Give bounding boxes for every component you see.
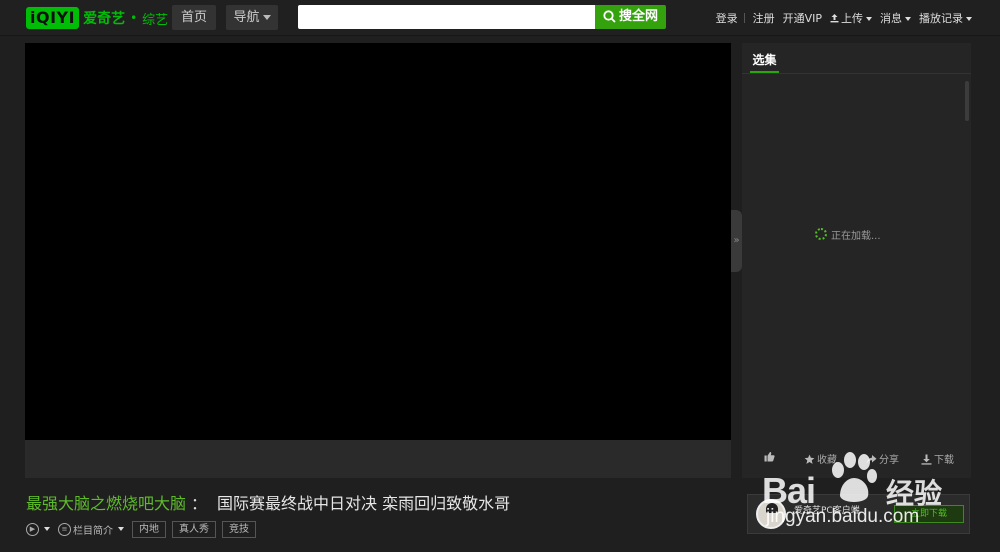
loading-indicator: 正在加载... — [815, 227, 881, 242]
tab-episodes[interactable]: 选集 — [750, 51, 779, 73]
chevron-down-icon — [966, 17, 972, 21]
sidebar-actions: 收藏 分享 下载 — [742, 451, 971, 467]
chevron-down-icon — [262, 15, 271, 20]
messages-dropdown[interactable]: 消息 — [880, 10, 911, 26]
chevron-down-icon — [44, 527, 50, 531]
player-bottom-bar — [25, 440, 731, 478]
video-title-row: 最强大脑之燃烧吧大脑 ： 国际赛最终战中日对决 栾雨回归致敬水哥 — [26, 490, 511, 514]
chevron-down-icon — [118, 527, 124, 531]
top-header: iQIYI 爱奇艺 • 综艺 首页 导航 搜全网 登录 注册 开通VIP 上传 … — [0, 0, 1000, 36]
sidebar-scrollbar[interactable] — [965, 81, 969, 121]
promo-avatar — [756, 499, 786, 529]
play-options-dropdown[interactable]: ▶ — [26, 522, 50, 536]
download-icon — [921, 454, 932, 465]
iqiyi-logo[interactable]: iQIYI 爱奇艺 • 综艺 — [26, 7, 168, 29]
download-button[interactable]: 下载 — [921, 451, 954, 466]
nav-guide-label: 导航 — [233, 10, 260, 25]
nav-guide-dropdown[interactable]: 导航 — [226, 5, 278, 30]
intro-label: 栏目简介 — [73, 525, 113, 537]
messages-label: 消息 — [880, 12, 902, 25]
promo-download-button[interactable]: 立即下载 — [894, 505, 964, 523]
favorite-label: 收藏 — [817, 455, 837, 466]
promo-title: 爱奇艺PC客户端 — [794, 506, 860, 516]
loading-text: 正在加载... — [831, 230, 881, 242]
share-label: 分享 — [879, 455, 899, 466]
video-meta-row: ▶ ≡ 栏目简介 内地 真人秀 竞技 — [26, 520, 262, 538]
play-circle-icon: ▶ — [26, 522, 39, 536]
nav-home-button[interactable]: 首页 — [172, 5, 216, 30]
episode-title: 国际赛最终战中日对决 栾雨回归致敬水哥 — [217, 494, 511, 513]
register-link[interactable]: 注册 — [753, 10, 775, 26]
upload-dropdown[interactable]: 上传 — [830, 10, 872, 26]
favorite-button[interactable]: 收藏 — [804, 451, 837, 466]
chevron-down-icon — [866, 17, 872, 21]
tag-genre[interactable]: 真人秀 — [172, 520, 216, 538]
open-vip-link[interactable]: 开通VIP — [783, 10, 822, 26]
divider — [743, 13, 745, 23]
history-label: 播放记录 — [919, 12, 963, 25]
tag-category[interactable]: 竞技 — [222, 520, 256, 538]
search-button[interactable]: 搜全网 — [595, 5, 666, 29]
channel-link-variety[interactable]: 综艺 — [142, 9, 168, 28]
episode-sidebar: 选集 正在加载... 收藏 分享 下载 — [742, 43, 971, 478]
upload-label: 上传 — [841, 12, 863, 25]
info-circle-icon: ≡ — [58, 522, 71, 536]
tab-divider — [742, 73, 971, 74]
search-icon — [603, 10, 616, 23]
pc-client-promo: 爱奇艺PC客户端 立即下载 — [747, 494, 970, 534]
collapse-sidebar-handle[interactable]: » — [731, 210, 742, 272]
nav-home-label: 首页 — [180, 10, 207, 25]
search-button-label: 搜全网 — [618, 9, 658, 24]
intro-dropdown[interactable]: ≡ 栏目简介 — [58, 522, 124, 537]
logo-text: 爱奇艺 — [83, 11, 126, 27]
search-input[interactable] — [298, 5, 595, 29]
promo-download-label: 立即下载 — [910, 509, 947, 519]
upload-icon — [830, 14, 839, 23]
login-link[interactable]: 登录 — [716, 10, 738, 26]
thumbs-up-icon — [764, 451, 775, 462]
double-chevron-right-icon: » — [733, 235, 740, 246]
title-colon: ： — [191, 494, 208, 513]
share-icon — [866, 455, 877, 464]
logo-badge: iQIYI — [26, 7, 80, 29]
download-label: 下载 — [934, 455, 954, 466]
page: iQIYI 爱奇艺 • 综艺 首页 导航 搜全网 登录 注册 开通VIP 上传 … — [0, 0, 1000, 552]
share-button[interactable]: 分享 — [866, 451, 899, 466]
like-button[interactable] — [764, 451, 777, 463]
logo-dot: • — [130, 11, 138, 25]
loading-spinner-icon — [815, 228, 827, 240]
history-dropdown[interactable]: 播放记录 — [919, 10, 972, 26]
user-links: 登录 注册 开通VIP 上传 消息 播放记录 — [708, 10, 972, 26]
show-name-link[interactable]: 最强大脑之燃烧吧大脑 — [26, 490, 186, 514]
tag-region[interactable]: 内地 — [132, 520, 166, 538]
star-icon — [804, 454, 815, 464]
video-player[interactable] — [25, 43, 731, 440]
chevron-down-icon — [905, 17, 911, 21]
